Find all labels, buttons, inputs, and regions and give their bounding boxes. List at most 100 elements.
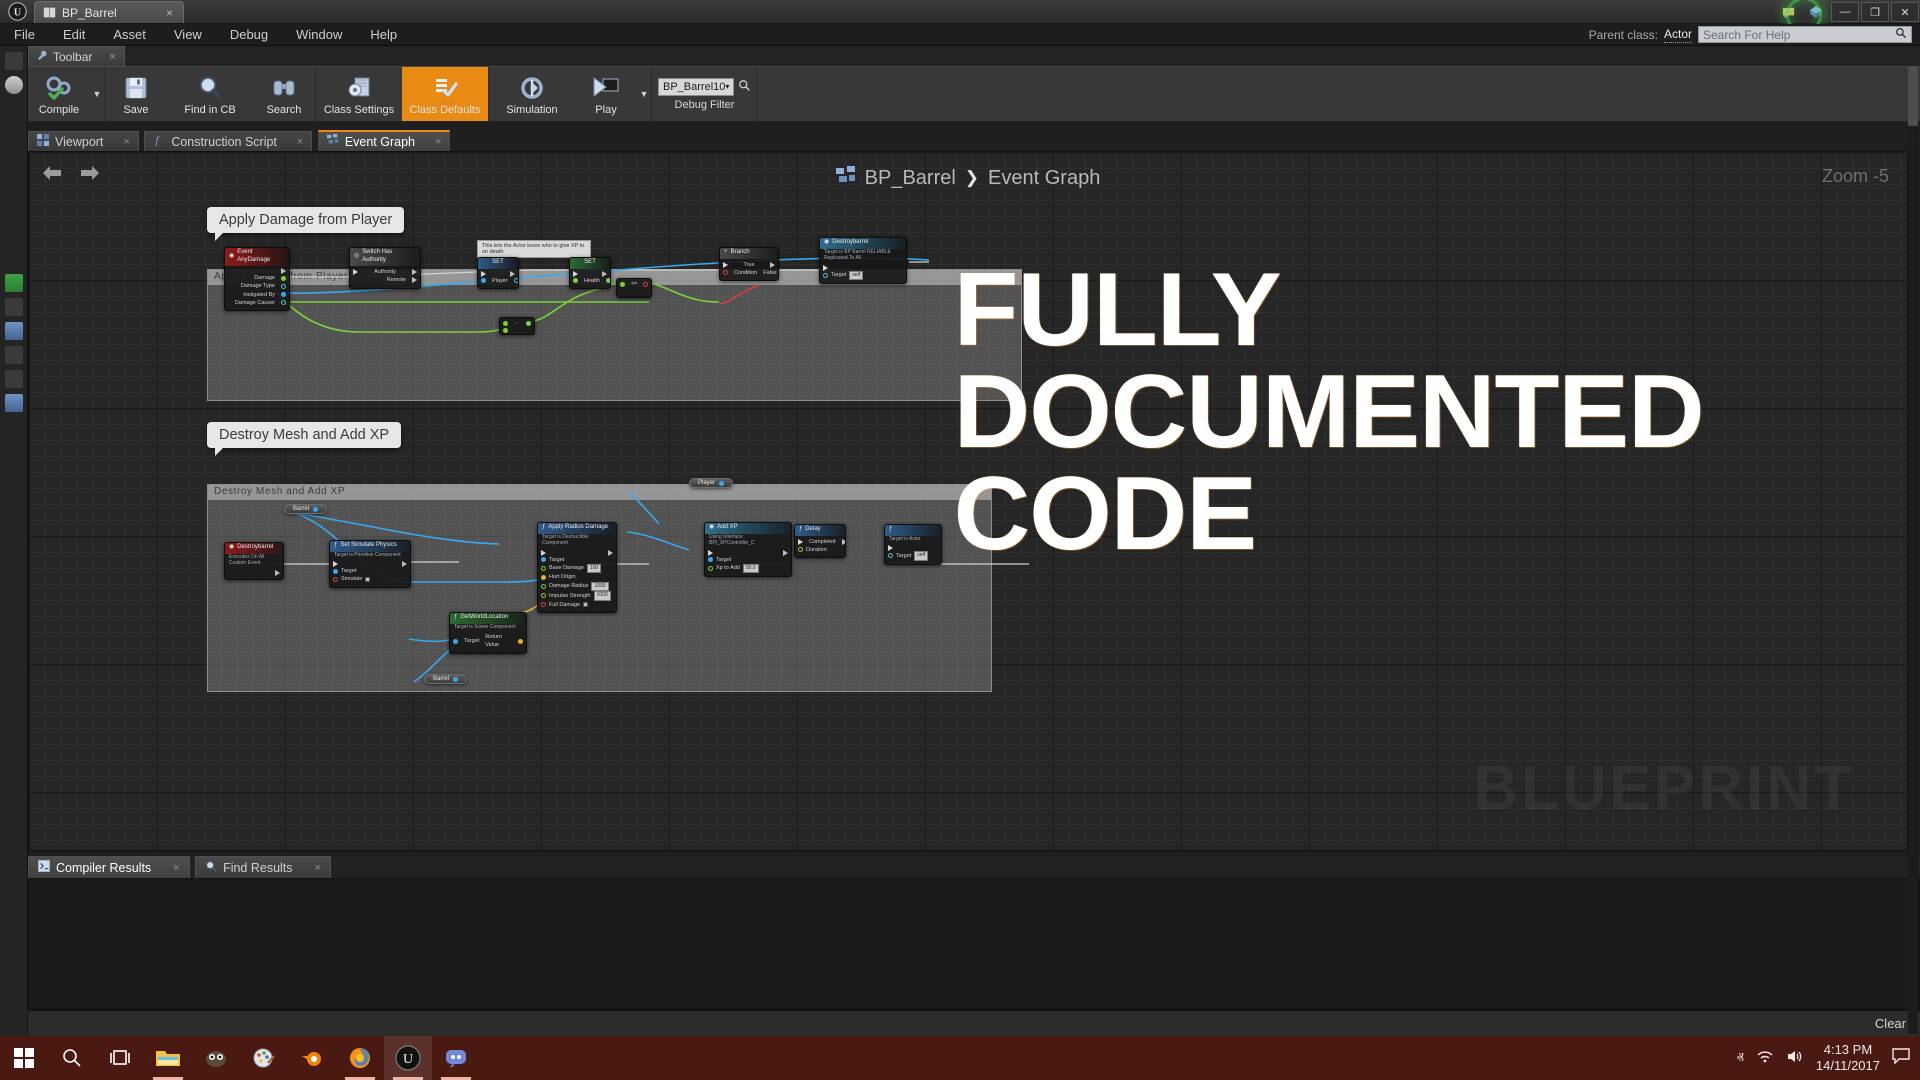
exec-in-pin[interactable]	[823, 264, 828, 271]
right-scrollbar-thumb[interactable]	[1908, 66, 1918, 126]
menu-debug[interactable]: Debug	[216, 24, 282, 46]
return-value-pin[interactable]	[518, 638, 523, 644]
exec-in-pin[interactable]	[708, 549, 713, 556]
class-settings-button[interactable]: Class Settings	[316, 67, 402, 121]
firefox-icon[interactable]	[336, 1036, 384, 1080]
menu-window[interactable]: Window	[282, 24, 356, 46]
menu-help[interactable]: Help	[356, 24, 411, 46]
data-out-pin[interactable]	[281, 275, 286, 281]
node-set-health[interactable]: SET Health	[569, 257, 611, 289]
tab-find-results-close-icon[interactable]: ×	[315, 862, 321, 874]
unreal-engine-icon[interactable]: U	[384, 1036, 432, 1080]
tab-viewport[interactable]: Viewport ×	[28, 130, 139, 152]
exec-out-pin[interactable]	[769, 261, 775, 268]
strip-chip-1[interactable]	[4, 52, 23, 70]
chevron-up-icon[interactable]: ⱏ	[1736, 1050, 1743, 1067]
simulation-button[interactable]: Simulation	[489, 67, 575, 121]
data-in-pin[interactable]	[503, 321, 508, 327]
menu-asset[interactable]: Asset	[99, 24, 160, 46]
full-damage-pin[interactable]	[541, 602, 546, 608]
toolbar-panel-tab-close-icon[interactable]: ×	[109, 51, 115, 63]
document-tab-close-icon[interactable]: ×	[148, 6, 173, 20]
save-button[interactable]: Save	[105, 67, 167, 121]
target-value[interactable]: self	[914, 551, 929, 561]
exec-out-pin[interactable]	[412, 269, 417, 276]
variable-node-player[interactable]: Player	[689, 478, 734, 488]
node-set-player[interactable]: SET Player	[477, 257, 519, 289]
data-in-pin[interactable]	[503, 327, 508, 333]
minimize-button[interactable]: —	[1831, 2, 1859, 22]
data-out-pin[interactable]	[281, 300, 286, 306]
tab-compiler-results[interactable]: Compiler Results ×	[28, 856, 190, 878]
exec-in-pin[interactable]	[888, 545, 893, 551]
menu-view[interactable]: View	[160, 24, 216, 46]
variable-node-barrel-top[interactable]: Barrel	[284, 504, 328, 514]
debug-filter-search-icon[interactable]	[738, 79, 751, 95]
target-value[interactable]: self	[849, 270, 864, 280]
restore-button[interactable]: ❐	[1861, 2, 1889, 22]
strip-chip-5[interactable]	[4, 322, 23, 340]
feedback-icon[interactable]	[1774, 0, 1802, 24]
data-out-pin[interactable]	[605, 278, 610, 284]
tab-event-graph-close-icon[interactable]: ×	[435, 136, 441, 148]
comment-box-apply-damage[interactable]: Apply Damage from Player	[207, 269, 1022, 401]
paint-icon[interactable]	[240, 1036, 288, 1080]
condition-pin[interactable]	[723, 270, 728, 276]
node-apply-radius-damage[interactable]: ƒ Apply Radius Damage Target is Destruct…	[537, 522, 617, 613]
target-pin[interactable]	[888, 553, 893, 559]
node-get-world-location[interactable]: ƒ GetWorldLocation Target is Scene Compo…	[449, 612, 527, 654]
menu-edit[interactable]: Edit	[49, 24, 99, 46]
strip-chip-3[interactable]	[4, 274, 23, 292]
document-tab-bp-barrel[interactable]: BP_Barrel ×	[34, 1, 184, 23]
discord-icon[interactable]	[432, 1036, 480, 1080]
simulate-pin[interactable]	[333, 576, 338, 582]
target-pin[interactable]	[541, 557, 546, 563]
parent-class-value[interactable]: Actor	[1663, 27, 1692, 43]
close-button[interactable]: ✕	[1891, 2, 1919, 22]
xp-to-add-pin[interactable]	[708, 566, 713, 571]
simulate-checkbox[interactable]	[365, 576, 371, 582]
node-subtract-math[interactable]: -	[499, 317, 535, 335]
base-damage-value[interactable]: 100	[586, 563, 602, 574]
data-in-pin[interactable]	[481, 278, 486, 284]
right-scrollbar[interactable]	[1908, 66, 1918, 1034]
debug-filter-combo[interactable]: BP_Barrel10 ▾	[658, 77, 734, 96]
exec-out-pin[interactable]	[841, 538, 845, 545]
search-button[interactable]: Search	[253, 67, 315, 121]
tab-construction-script-close-icon[interactable]: ×	[297, 136, 303, 148]
start-button[interactable]	[0, 1036, 48, 1080]
exec-in-pin[interactable]	[798, 538, 803, 545]
event-graph-canvas[interactable]: BP_Barrel ❯ Event Graph Zoom -5 BLUEPRIN…	[28, 151, 1908, 851]
damage-radius-value[interactable]: 1000	[591, 581, 609, 591]
gimp-icon[interactable]	[192, 1036, 240, 1080]
speaker-icon[interactable]	[1786, 1049, 1804, 1068]
full-damage-checkbox[interactable]	[583, 602, 589, 608]
taskbar-clock[interactable]: 4:13 PM 14/11/2017	[1816, 1042, 1880, 1075]
strip-chip-2[interactable]	[4, 76, 23, 94]
exec-in-pin[interactable]	[723, 261, 728, 268]
compile-dropdown-caret-icon[interactable]: ▼	[90, 67, 104, 121]
exec-in-pin[interactable]	[353, 269, 358, 276]
play-dropdown-caret-icon[interactable]: ▼	[637, 67, 651, 121]
data-out-pin[interactable]	[513, 278, 518, 284]
compile-button[interactable]: Compile	[28, 67, 90, 121]
node-destroybarrel-call[interactable]: ◉ Destroybarrel Target is BP Barrel RELI…	[819, 237, 907, 284]
exec-in-pin[interactable]	[573, 270, 578, 277]
node-destroybarrel-event[interactable]: ◉ Destroybarrel Executes On All Custom E…	[224, 542, 284, 580]
sticky-note-xp-comment[interactable]: This lets the Actor know who to give XP …	[477, 240, 591, 258]
data-out-pin[interactable]	[719, 480, 725, 486]
marketplace-icon[interactable]	[1802, 0, 1830, 24]
find-in-cb-button[interactable]: Find in CB	[167, 67, 253, 121]
node-switch-has-authority[interactable]: ◎ Switch Has Authority Authority Remote	[349, 247, 421, 289]
tab-find-results[interactable]: Find Results ×	[195, 856, 331, 878]
tab-compiler-results-close-icon[interactable]: ×	[173, 862, 179, 874]
node-delay[interactable]: ƒ Delay Completed Duration	[794, 524, 846, 558]
search-button[interactable]	[48, 1036, 96, 1080]
exec-out-pin[interactable]	[602, 270, 607, 277]
clear-button[interactable]: Clear	[1875, 1016, 1906, 1031]
impulse-strength-pin[interactable]	[541, 593, 546, 599]
data-out-pin[interactable]	[313, 506, 319, 512]
menu-file[interactable]: File	[0, 24, 49, 46]
data-in-pin[interactable]	[620, 282, 625, 288]
play-button[interactable]: Play	[575, 67, 637, 121]
